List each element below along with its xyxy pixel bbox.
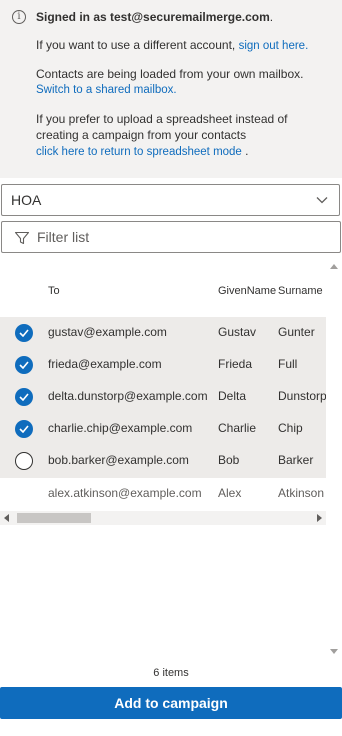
spreadsheet-mode-line: click here to return to spreadsheet mode…: [36, 144, 249, 158]
table-row[interactable]: delta.dunstorp@example.com Delta Dunstor…: [0, 381, 326, 413]
spreadsheet-mode-link[interactable]: click here to return to spreadsheet mode: [36, 146, 242, 158]
info-icon: i: [12, 10, 26, 24]
add-to-campaign-button[interactable]: Add to campaign: [0, 687, 342, 719]
cell-email: alex.atkinson@example.com: [48, 486, 202, 500]
table-row[interactable]: gustav@example.com Gustav Gunter: [0, 317, 326, 349]
cell-surname: Gunter: [278, 325, 315, 339]
scroll-down-arrow-icon[interactable]: [330, 649, 338, 654]
table-row[interactable]: alex.atkinson@example.com Alex Atkinson: [0, 477, 326, 509]
cell-givenname: Gustav: [218, 325, 257, 339]
cell-email: frieda@example.com: [48, 357, 162, 371]
vertical-scrollbar[interactable]: [327, 260, 341, 658]
row-checkbox-checked[interactable]: [15, 388, 33, 406]
cell-email: bob.barker@example.com: [48, 453, 189, 467]
cell-surname: Barker: [278, 453, 314, 467]
scroll-left-arrow-icon[interactable]: [4, 514, 9, 522]
cell-givenname: Charlie: [218, 421, 257, 435]
item-count: 6 items: [153, 667, 189, 679]
filter-box[interactable]: [1, 221, 341, 253]
cell-givenname: Alex: [218, 486, 242, 500]
signed-in-text: Signed in as test@securemailmerge.com.: [36, 10, 274, 24]
contacts-loaded-text: Contacts are being loaded from your own …: [36, 67, 304, 81]
column-header-surname[interactable]: Surname: [278, 285, 323, 297]
sign-out-link[interactable]: sign out here.: [239, 40, 309, 52]
table-row[interactable]: charlie.chip@example.com Charlie Chip: [0, 413, 326, 445]
horizontal-scrollbar[interactable]: [0, 511, 326, 525]
spreadsheet-text-line1: If you prefer to upload a spreadsheet in…: [36, 112, 288, 126]
row-checkbox-checked[interactable]: [15, 420, 33, 438]
row-checkbox-unchecked[interactable]: [15, 452, 33, 470]
cell-surname: Dunstorp: [278, 389, 326, 403]
cell-email: gustav@example.com: [48, 325, 167, 339]
chevron-down-icon: [315, 193, 329, 212]
scroll-right-arrow-icon[interactable]: [317, 514, 322, 522]
list-dropdown[interactable]: HOA: [1, 184, 340, 216]
cell-surname: Chip: [278, 421, 303, 435]
different-account-text: If you want to use a different account, …: [36, 38, 309, 52]
signed-in-email: test@securemailmerge.com: [110, 10, 270, 24]
filter-icon: [14, 230, 30, 251]
info-banner: i Signed in as test@securemailmerge.com.…: [0, 0, 342, 178]
cell-surname: Full: [278, 357, 298, 371]
filter-input[interactable]: [37, 227, 327, 247]
horizontal-scroll-thumb[interactable]: [17, 513, 91, 523]
dropdown-value: HOA: [11, 192, 42, 208]
scroll-up-arrow-icon[interactable]: [330, 264, 338, 269]
row-checkbox-checked[interactable]: [15, 324, 33, 342]
cell-email: charlie.chip@example.com: [48, 421, 193, 435]
table-row[interactable]: bob.barker@example.com Bob Barker: [0, 445, 326, 477]
cell-givenname: Frieda: [218, 357, 253, 371]
column-header-to[interactable]: To: [48, 285, 60, 297]
cell-givenname: Delta: [218, 389, 247, 403]
column-header-givenname[interactable]: GivenName: [218, 285, 276, 297]
contacts-table: To GivenName Surname gustav@example.com …: [0, 260, 326, 510]
row-checkbox-checked[interactable]: [15, 356, 33, 374]
spreadsheet-text-line2: creating a campaign from your contacts: [36, 128, 247, 142]
table-row[interactable]: frieda@example.com Frieda Full: [0, 349, 326, 381]
cell-email: delta.dunstorp@example.com: [48, 389, 208, 403]
cell-surname: Atkinson: [278, 486, 325, 500]
cell-givenname: Bob: [218, 453, 240, 467]
switch-shared-mailbox-link[interactable]: Switch to a shared mailbox.: [36, 82, 177, 98]
